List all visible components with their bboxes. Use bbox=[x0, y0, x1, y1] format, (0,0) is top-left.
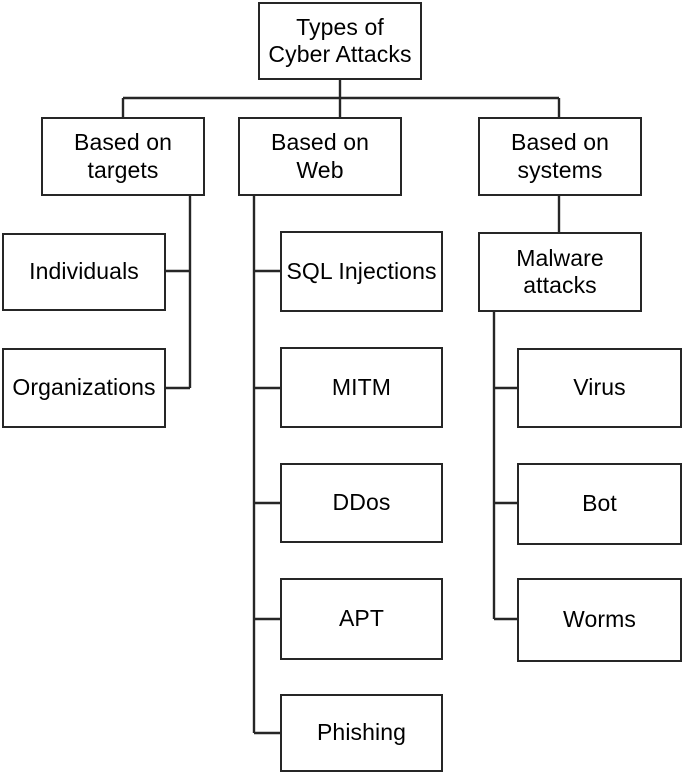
node-worms[interactable]: Worms bbox=[517, 578, 682, 662]
node-organizations[interactable]: Organizations bbox=[2, 348, 166, 428]
node-types-of-cyber-attacks[interactable]: Types of Cyber Attacks bbox=[258, 2, 422, 80]
node-sql-injections[interactable]: SQL Injections bbox=[280, 231, 443, 312]
node-mitm[interactable]: MITM bbox=[280, 347, 443, 428]
node-bot[interactable]: Bot bbox=[517, 463, 682, 545]
node-virus[interactable]: Virus bbox=[517, 348, 682, 428]
node-phishing[interactable]: Phishing bbox=[280, 694, 443, 772]
node-based-on-targets[interactable]: Based on targets bbox=[41, 117, 205, 196]
node-ddos[interactable]: DDos bbox=[280, 463, 443, 543]
node-malware-attacks[interactable]: Malware attacks bbox=[478, 232, 642, 312]
node-individuals[interactable]: Individuals bbox=[2, 233, 166, 311]
cyber-attack-taxonomy-diagram: Types of Cyber Attacks Based on targets … bbox=[0, 0, 685, 777]
node-based-on-systems[interactable]: Based on systems bbox=[478, 117, 642, 196]
node-apt[interactable]: APT bbox=[280, 578, 443, 660]
node-based-on-web[interactable]: Based on Web bbox=[238, 117, 402, 196]
